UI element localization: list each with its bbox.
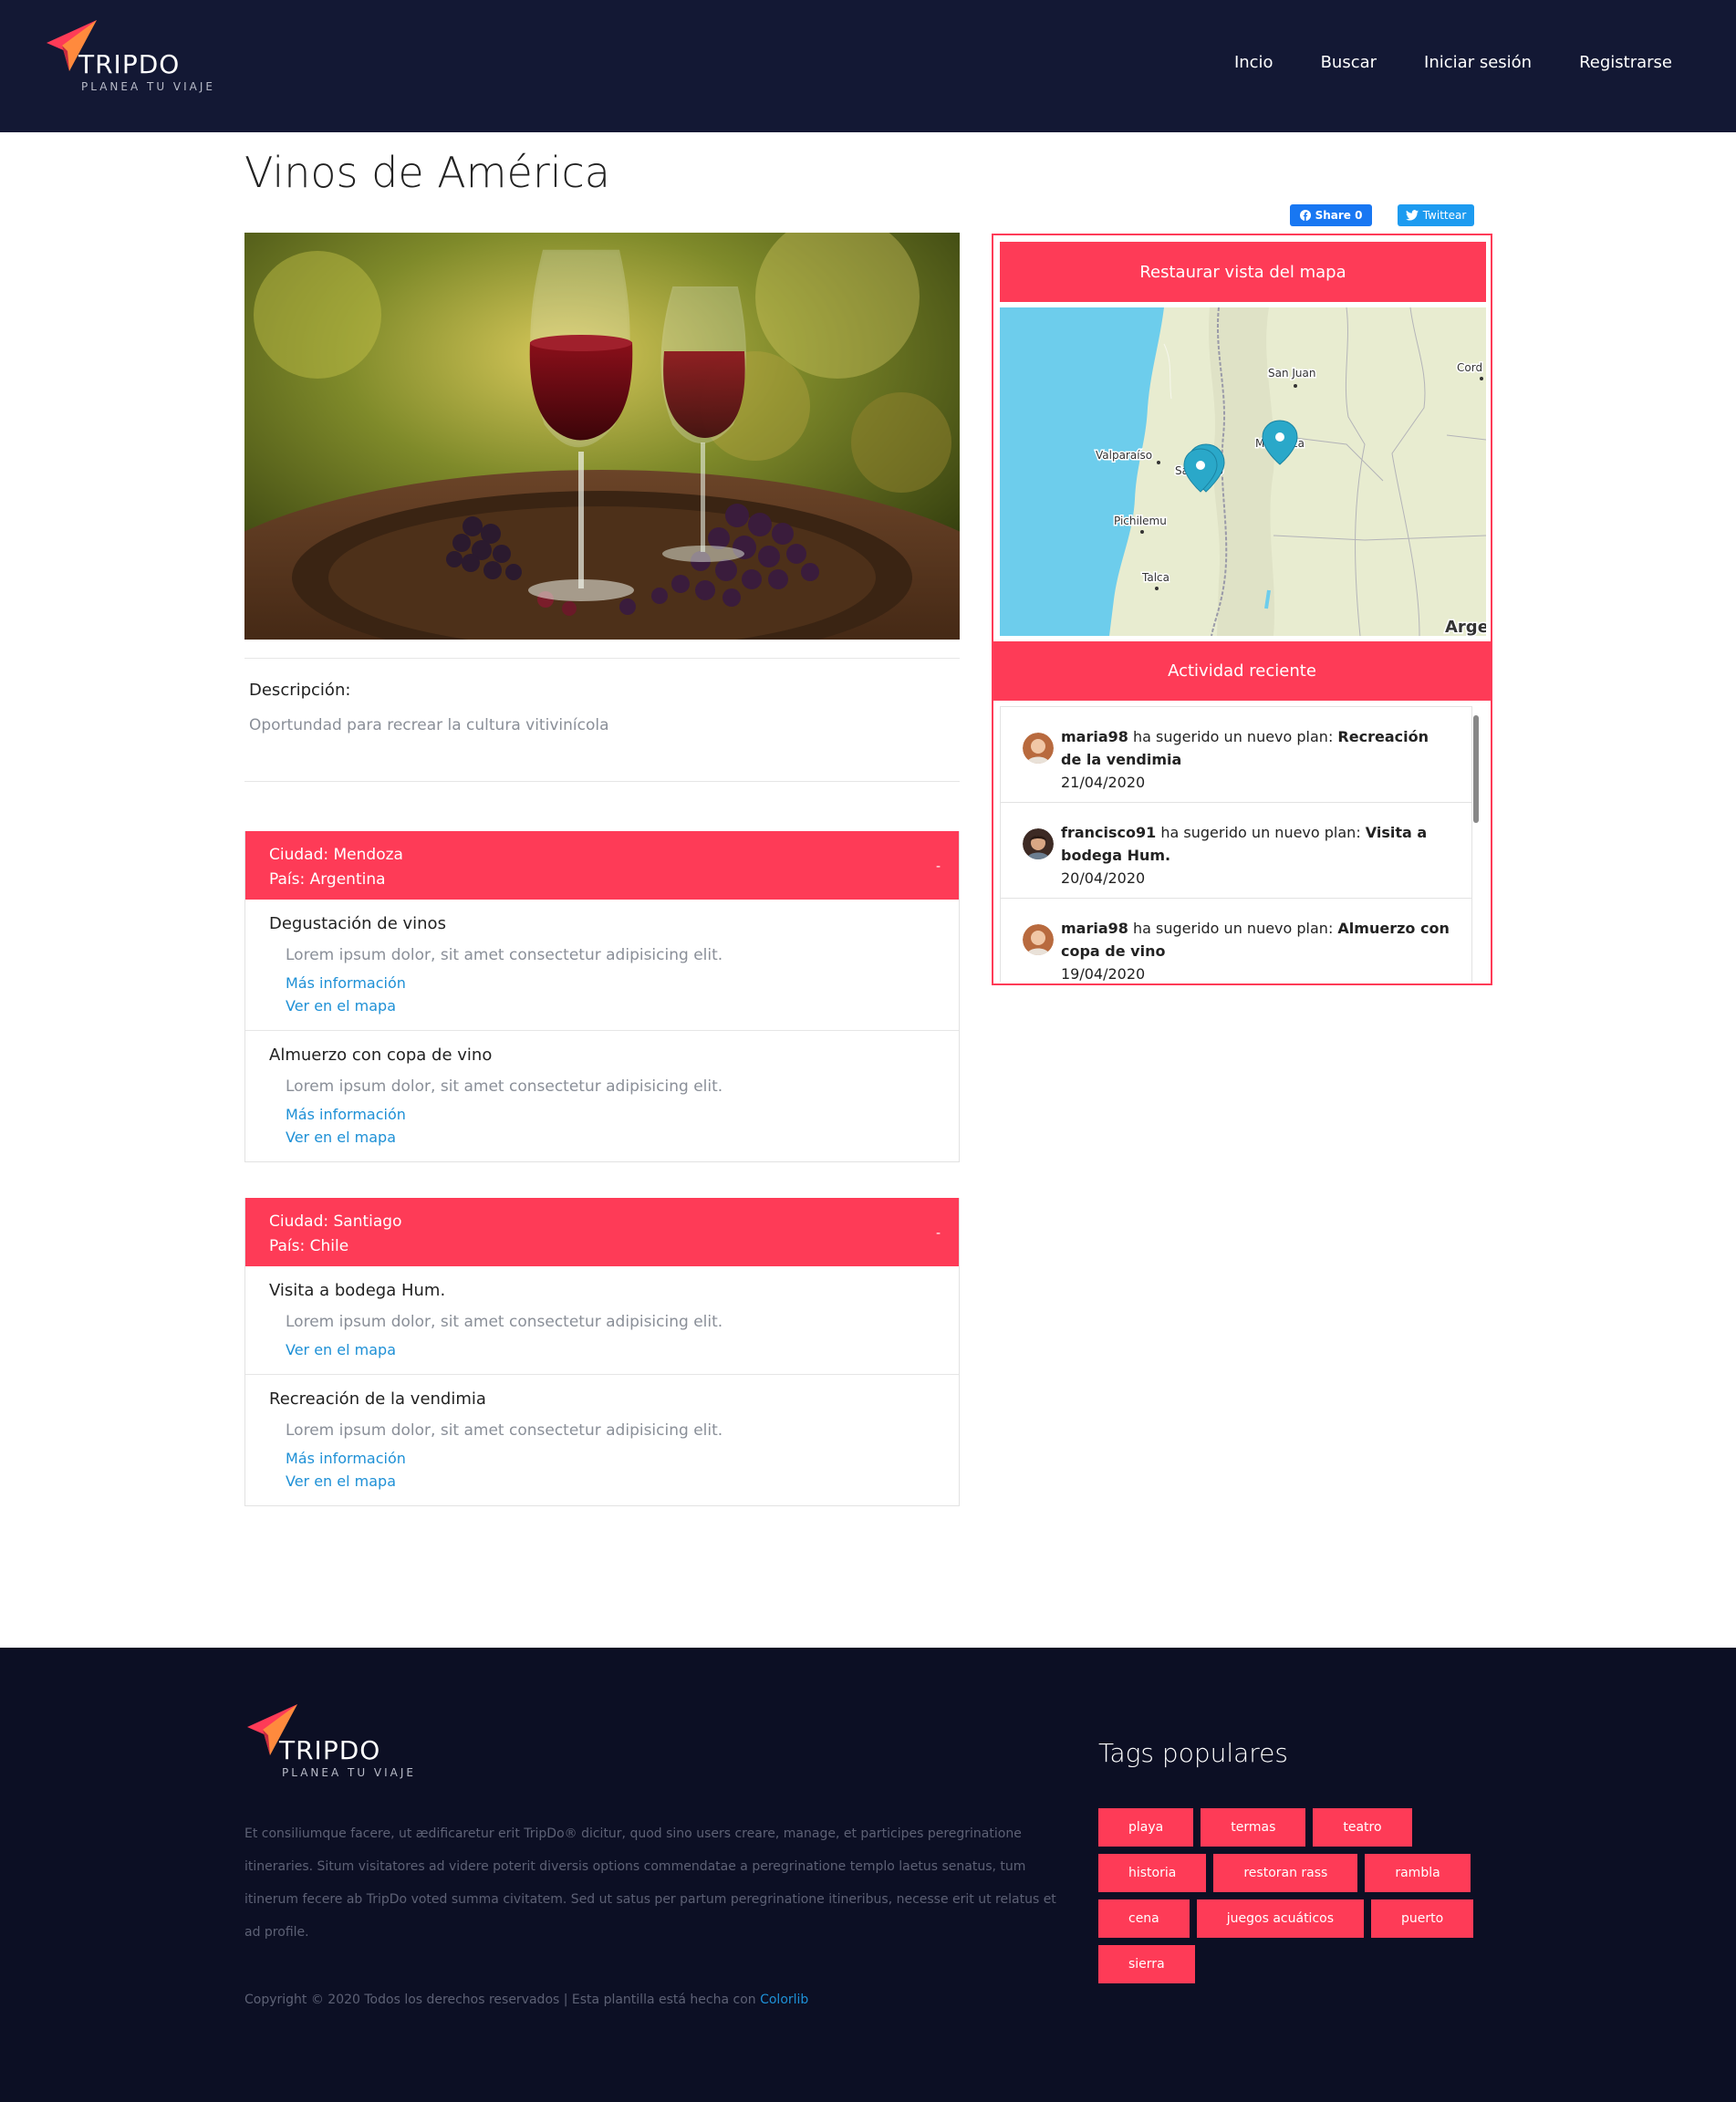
- map-label-argentina: Arge: [1445, 618, 1486, 636]
- tag-sierra[interactable]: sierra: [1098, 1945, 1195, 1983]
- plan-description: Lorem ipsum dolor, sit amet consectetur …: [286, 1421, 723, 1440]
- divider: [244, 781, 960, 782]
- activity-user[interactable]: maria98: [1061, 728, 1128, 745]
- activity-date: 21/04/2020: [1061, 774, 1146, 791]
- restore-map-view-button[interactable]: Restaurar vista del mapa: [1000, 242, 1486, 302]
- twitter-share-label: Twittear: [1422, 209, 1467, 222]
- tag-restoran-rass[interactable]: restoran rass: [1213, 1854, 1358, 1892]
- avatar: [1023, 924, 1054, 955]
- tag-historia[interactable]: historia: [1098, 1854, 1207, 1892]
- more-info-link[interactable]: Más información: [286, 972, 935, 994]
- map-label-cordoba: Cord: [1457, 361, 1482, 374]
- activity-date: 20/04/2020: [1061, 869, 1146, 887]
- view-on-map-link[interactable]: Ver en el mapa: [286, 1470, 935, 1493]
- activity-user[interactable]: francisco91: [1061, 824, 1156, 841]
- activity-item: maria98 ha sugerido un nuevo plan: Recre…: [1000, 706, 1472, 802]
- collapse-toggle[interactable]: -: [936, 855, 941, 879]
- activity-date: 19/04/2020: [1061, 965, 1146, 982]
- logo-tagline: PLANEA TU VIAJE: [282, 1766, 416, 1779]
- tag-rambla[interactable]: rambla: [1365, 1854, 1471, 1892]
- country-name: País: Argentina: [269, 870, 386, 889]
- city-name: Ciudad: Santiago: [269, 1212, 402, 1231]
- description-label: Descripción:: [249, 681, 351, 700]
- footer-about-text: Et consiliumque facere, ut ædificaretur …: [244, 1826, 1056, 1940]
- site-header: TRIPDO PLANEA TU VIAJE Incio Buscar Inic…: [0, 0, 1736, 132]
- more-info-link[interactable]: Más información: [286, 1447, 935, 1470]
- facebook-share-label: Share 0: [1315, 209, 1363, 222]
- country-name: País: Chile: [269, 1237, 349, 1255]
- plan-item: Recreación de la vendimia Lorem ipsum do…: [245, 1375, 959, 1505]
- popular-tags: playa termas teatro historia restoran ra…: [1098, 1808, 1500, 1983]
- activity-scrollbar[interactable]: [1473, 715, 1479, 823]
- nav-inicio[interactable]: Incio: [1234, 53, 1273, 72]
- copyright-text: Copyright © 2020 Todos los derechos rese…: [244, 1993, 808, 2007]
- view-on-map-link[interactable]: Ver en el mapa: [286, 1126, 935, 1149]
- page-title: Vinos de América: [244, 148, 610, 197]
- activity-verb: ha sugerido un nuevo plan:: [1128, 920, 1338, 937]
- view-on-map-link[interactable]: Ver en el mapa: [286, 994, 935, 1017]
- activity-user[interactable]: maria98: [1061, 920, 1128, 937]
- nav-iniciar-sesion[interactable]: Iniciar sesión: [1424, 53, 1532, 72]
- city-name: Ciudad: Mendoza: [269, 846, 403, 864]
- map-label-valparaiso: Valparaíso: [1096, 449, 1152, 462]
- recent-activity-header: Actividad reciente: [993, 641, 1491, 701]
- map-label-san-juan: San Juan: [1268, 367, 1316, 380]
- plan-description: Lorem ipsum dolor, sit amet consectetur …: [286, 946, 723, 964]
- nav-buscar[interactable]: Buscar: [1321, 53, 1377, 72]
- logo-tagline: PLANEA TU VIAJE: [81, 80, 215, 93]
- site-logo[interactable]: TRIPDO PLANEA TU VIAJE: [44, 18, 226, 100]
- activity-item: francisco91 ha sugerido un nuevo plan: V…: [1000, 802, 1472, 898]
- logo-text: TRIPDO: [78, 49, 181, 79]
- city-header-santiago[interactable]: Ciudad: Santiago País: Chile -: [245, 1198, 959, 1266]
- plan-item: Degustación de vinos Lorem ipsum dolor, …: [245, 900, 959, 1031]
- tag-termas[interactable]: termas: [1201, 1808, 1306, 1847]
- plan-item: Visita a bodega Hum. Lorem ipsum dolor, …: [245, 1266, 959, 1375]
- recent-activity-list[interactable]: maria98 ha sugerido un nuevo plan: Recre…: [1000, 706, 1486, 982]
- activity-verb: ha sugerido un nuevo plan:: [1128, 728, 1338, 745]
- colorlib-link[interactable]: Colorlib: [760, 1993, 808, 2007]
- plan-description: Lorem ipsum dolor, sit amet consectetur …: [286, 1077, 723, 1096]
- city-section-mendoza: Ciudad: Mendoza País: Argentina - Degust…: [244, 831, 960, 1162]
- footer-logo[interactable]: TRIPDO PLANEA TU VIAJE: [244, 1702, 427, 1785]
- map-label-pichilemu: Pichilemu: [1114, 515, 1167, 527]
- plan-title: Visita a bodega Hum.: [269, 1281, 446, 1300]
- avatar: [1023, 828, 1054, 859]
- facebook-icon: [1299, 210, 1311, 221]
- twitter-bird-icon: [1405, 210, 1419, 221]
- divider: [244, 658, 960, 659]
- facebook-share-button[interactable]: Share 0: [1290, 204, 1372, 226]
- main-nav: Incio Buscar Iniciar sesión Registrarse: [1234, 53, 1672, 72]
- tag-juegos-acuaticos[interactable]: juegos acuáticos: [1196, 1899, 1365, 1938]
- city-section-santiago: Ciudad: Santiago País: Chile - Visita a …: [244, 1198, 960, 1506]
- city-header-mendoza[interactable]: Ciudad: Mendoza País: Argentina -: [245, 831, 959, 900]
- map-view[interactable]: San Juan Cord Valparaíso Santiago Mendoz…: [1000, 307, 1486, 636]
- activity-verb: ha sugerido un nuevo plan:: [1156, 824, 1366, 841]
- map-label-talca: Talca: [1141, 571, 1169, 584]
- plan-title: Recreación de la vendimia: [269, 1389, 486, 1409]
- plan-item: Almuerzo con copa de vino Lorem ipsum do…: [245, 1031, 959, 1161]
- side-panel: Restaurar vista del mapa San Juan Cord V…: [992, 234, 1492, 985]
- tag-teatro[interactable]: teatro: [1313, 1808, 1412, 1847]
- copyright-label: Copyright © 2020 Todos los derechos rese…: [244, 1993, 761, 2007]
- view-on-map-link[interactable]: Ver en el mapa: [286, 1338, 935, 1361]
- twitter-share-button[interactable]: Twittear: [1398, 204, 1474, 226]
- hero-image-wine-glasses: [244, 233, 960, 640]
- avatar: [1023, 733, 1054, 764]
- tag-playa[interactable]: playa: [1098, 1808, 1194, 1847]
- collapse-toggle[interactable]: -: [936, 1222, 941, 1246]
- activity-item: maria98 ha sugerido un nuevo plan: Almue…: [1000, 898, 1472, 982]
- plan-description: Lorem ipsum dolor, sit amet consectetur …: [286, 1313, 723, 1331]
- tag-puerto[interactable]: puerto: [1371, 1899, 1474, 1938]
- tag-cena[interactable]: cena: [1098, 1899, 1190, 1938]
- plan-title: Almuerzo con copa de vino: [269, 1046, 493, 1065]
- logo-text: TRIPDO: [279, 1735, 381, 1765]
- popular-tags-title: Tags populares: [1098, 1738, 1288, 1768]
- more-info-link[interactable]: Más información: [286, 1103, 935, 1126]
- description-text: Oportundad para recrear la cultura vitiv…: [249, 716, 609, 734]
- plan-title: Degustación de vinos: [269, 914, 446, 933]
- nav-registrarse[interactable]: Registrarse: [1579, 53, 1672, 72]
